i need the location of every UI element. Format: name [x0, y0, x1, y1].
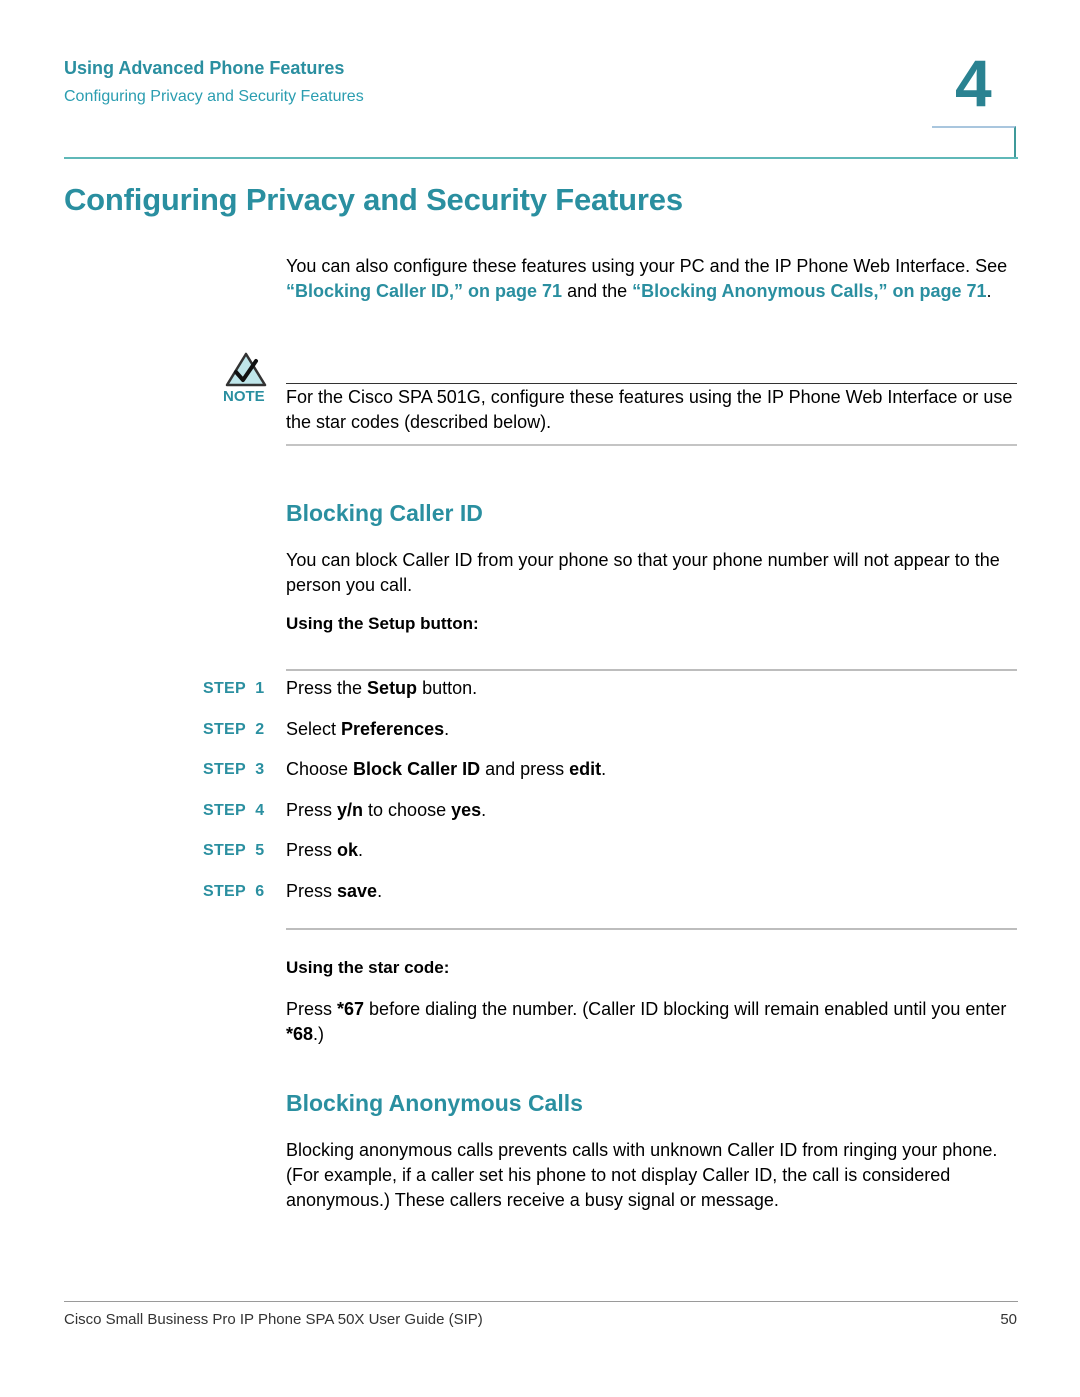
- step-label: STEP 1: [203, 680, 265, 697]
- intro-text: You can also configure these features us…: [286, 256, 1008, 276]
- running-header-chapter: Using Advanced Phone Features: [64, 58, 345, 78]
- star-code-disable: *68: [286, 1024, 314, 1044]
- step-text-part: to choose: [363, 799, 452, 820]
- star-text: .): [313, 1024, 325, 1044]
- link-blocking-anonymous-calls[interactable]: “Blocking Anonymous Calls,” on page 71: [632, 281, 986, 301]
- step-text-part: Choose: [286, 759, 354, 780]
- intro-paragraph: You can also configure these features us…: [286, 254, 1026, 304]
- star-code-enable: *67: [337, 999, 365, 1019]
- step-text: Press the Setup button.: [286, 676, 477, 701]
- step-text: Select Preferences.: [286, 717, 449, 742]
- step-text-part: Press: [286, 881, 338, 901]
- note-rule-top: [286, 383, 1017, 384]
- footer-divider: [64, 1301, 1018, 1302]
- step-text-part: button.: [417, 678, 478, 698]
- step-text-part: Press: [286, 799, 338, 820]
- note-rule-bottom: [286, 444, 1017, 446]
- step-keyword: y/n: [337, 799, 364, 820]
- intro-text: and the: [562, 281, 633, 301]
- star-text: before dialing the number. (Caller ID bl…: [364, 999, 1007, 1019]
- checkmark-warning-icon: [224, 352, 268, 388]
- steps-rule-bottom: [286, 928, 1017, 930]
- step-keyword: ok: [337, 840, 359, 861]
- step-label: STEP 3: [203, 761, 265, 779]
- footer-guide-title: Cisco Small Business Pro IP Phone SPA 50…: [64, 1311, 483, 1328]
- step-text-part: .: [358, 840, 364, 861]
- section-heading-blocking-anonymous-calls: Blocking Anonymous Calls: [286, 1090, 583, 1116]
- step-label: STEP 2: [203, 720, 265, 738]
- step-text-part: Press the: [286, 678, 368, 698]
- step-text-part: and press: [480, 759, 570, 780]
- step-keyword: Preferences: [341, 718, 445, 739]
- steps-rule-top: [286, 669, 1017, 671]
- step-text-part: Select: [286, 718, 342, 739]
- step-text-part: .: [377, 881, 383, 901]
- step-keyword: yes: [451, 799, 482, 820]
- step-label: STEP 6: [203, 883, 265, 900]
- setup-button-label: Using the Setup button:: [286, 614, 479, 633]
- page-title: Configuring Privacy and Security Feature…: [64, 182, 683, 217]
- section-heading-blocking-caller-id: Blocking Caller ID: [286, 500, 483, 526]
- chapter-number: 4: [955, 46, 992, 120]
- header-divider: [64, 157, 1018, 159]
- step-text-part: .: [481, 799, 487, 820]
- star-text: Press: [286, 999, 338, 1019]
- note-label: NOTE: [223, 388, 265, 405]
- step-text: Choose Block Caller ID and press edit.: [286, 757, 606, 782]
- step-keyword: edit: [569, 759, 602, 780]
- note-text: For the Cisco SPA 501G, configure these …: [286, 387, 1013, 432]
- chapter-tab-frame: [932, 126, 1016, 158]
- blocking-caller-id-description: You can block Caller ID from your phone …: [286, 550, 1000, 595]
- step-text-part: .: [444, 718, 450, 739]
- intro-text: .: [986, 281, 992, 301]
- blocking-anonymous-description: Blocking anonymous calls prevents calls …: [286, 1140, 998, 1210]
- step-text: Press save.: [286, 879, 382, 904]
- step-label: STEP 4: [203, 801, 265, 819]
- star-code-label: Using the star code:: [286, 958, 450, 977]
- step-text: Press ok.: [286, 838, 363, 863]
- step-text: Press y/n to choose yes.: [286, 798, 486, 823]
- step-keyword: Setup: [367, 678, 418, 698]
- step-keyword: Block Caller ID: [353, 759, 481, 780]
- step-text-part: .: [601, 759, 607, 780]
- page-number: 50: [1000, 1311, 1017, 1328]
- step-label: STEP 5: [203, 842, 265, 860]
- link-blocking-caller-id[interactable]: “Blocking Caller ID,” on page 71: [286, 281, 562, 301]
- star-code-paragraph: Press *67 before dialing the number. (Ca…: [286, 997, 1016, 1047]
- step-text-part: Press: [286, 840, 338, 861]
- step-keyword: save: [337, 881, 378, 901]
- running-header-section: Configuring Privacy and Security Feature…: [64, 88, 364, 105]
